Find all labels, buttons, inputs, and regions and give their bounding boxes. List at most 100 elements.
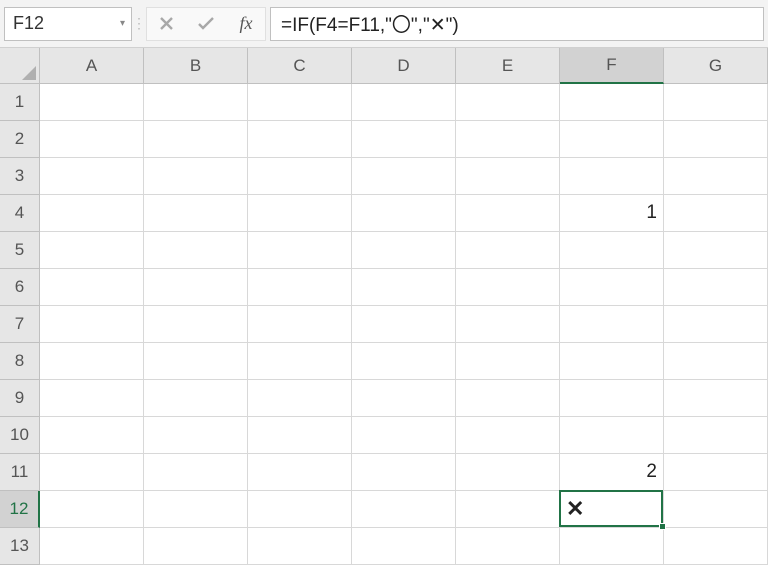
cell-C10[interactable] bbox=[248, 417, 352, 454]
cell-A9[interactable] bbox=[40, 380, 144, 417]
cell-D1[interactable] bbox=[352, 84, 456, 121]
insert-function-icon[interactable]: fx bbox=[233, 11, 259, 37]
row-header-4[interactable]: 4 bbox=[0, 195, 40, 232]
cell-C9[interactable] bbox=[248, 380, 352, 417]
column-header-D[interactable]: D bbox=[352, 48, 456, 84]
cell-D6[interactable] bbox=[352, 269, 456, 306]
select-all-corner[interactable] bbox=[0, 48, 40, 84]
cell-F5[interactable] bbox=[560, 232, 664, 269]
cell-E4[interactable] bbox=[456, 195, 560, 232]
row-header-9[interactable]: 9 bbox=[0, 380, 40, 417]
cell-B2[interactable] bbox=[144, 121, 248, 158]
cell-G9[interactable] bbox=[664, 380, 768, 417]
cell-C6[interactable] bbox=[248, 269, 352, 306]
cell-C11[interactable] bbox=[248, 454, 352, 491]
cell-F11[interactable]: 2 bbox=[560, 454, 664, 491]
cell-E8[interactable] bbox=[456, 343, 560, 380]
cell-F10[interactable] bbox=[560, 417, 664, 454]
cell-E12[interactable] bbox=[456, 491, 560, 528]
cell-B4[interactable] bbox=[144, 195, 248, 232]
cell-G2[interactable] bbox=[664, 121, 768, 158]
cell-G12[interactable] bbox=[664, 491, 768, 528]
formula-input[interactable]: =IF(F4=F11,"〇","✕") bbox=[270, 7, 764, 41]
cell-C12[interactable] bbox=[248, 491, 352, 528]
cell-C8[interactable] bbox=[248, 343, 352, 380]
cell-D5[interactable] bbox=[352, 232, 456, 269]
cell-E7[interactable] bbox=[456, 306, 560, 343]
cell-A13[interactable] bbox=[40, 528, 144, 565]
cell-A6[interactable] bbox=[40, 269, 144, 306]
cell-B13[interactable] bbox=[144, 528, 248, 565]
cell-F4[interactable]: 1 bbox=[560, 195, 664, 232]
row-header-11[interactable]: 11 bbox=[0, 454, 40, 491]
cell-D12[interactable] bbox=[352, 491, 456, 528]
cells-area[interactable]: 1 2✕ bbox=[40, 84, 768, 565]
row-header-8[interactable]: 8 bbox=[0, 343, 40, 380]
cell-E5[interactable] bbox=[456, 232, 560, 269]
cell-D11[interactable] bbox=[352, 454, 456, 491]
cell-G10[interactable] bbox=[664, 417, 768, 454]
cell-D2[interactable] bbox=[352, 121, 456, 158]
cell-E9[interactable] bbox=[456, 380, 560, 417]
cell-D8[interactable] bbox=[352, 343, 456, 380]
column-header-C[interactable]: C bbox=[248, 48, 352, 84]
cell-C3[interactable] bbox=[248, 158, 352, 195]
cell-B11[interactable] bbox=[144, 454, 248, 491]
cell-A7[interactable] bbox=[40, 306, 144, 343]
cell-F13[interactable] bbox=[560, 528, 664, 565]
cell-F1[interactable] bbox=[560, 84, 664, 121]
cell-E10[interactable] bbox=[456, 417, 560, 454]
cell-D4[interactable] bbox=[352, 195, 456, 232]
column-header-F[interactable]: F bbox=[560, 48, 664, 84]
cell-A12[interactable] bbox=[40, 491, 144, 528]
cell-G13[interactable] bbox=[664, 528, 768, 565]
cell-F12[interactable]: ✕ bbox=[560, 491, 664, 528]
cell-F2[interactable] bbox=[560, 121, 664, 158]
row-header-10[interactable]: 10 bbox=[0, 417, 40, 454]
cell-A10[interactable] bbox=[40, 417, 144, 454]
cell-F3[interactable] bbox=[560, 158, 664, 195]
cancel-icon[interactable] bbox=[153, 11, 179, 37]
cell-G8[interactable] bbox=[664, 343, 768, 380]
cell-A8[interactable] bbox=[40, 343, 144, 380]
cell-B12[interactable] bbox=[144, 491, 248, 528]
cell-C13[interactable] bbox=[248, 528, 352, 565]
cell-A11[interactable] bbox=[40, 454, 144, 491]
cell-D13[interactable] bbox=[352, 528, 456, 565]
cell-A2[interactable] bbox=[40, 121, 144, 158]
cell-E2[interactable] bbox=[456, 121, 560, 158]
cell-B1[interactable] bbox=[144, 84, 248, 121]
row-header-3[interactable]: 3 bbox=[0, 158, 40, 195]
enter-icon[interactable] bbox=[193, 11, 219, 37]
cell-C2[interactable] bbox=[248, 121, 352, 158]
cell-G6[interactable] bbox=[664, 269, 768, 306]
cell-E6[interactable] bbox=[456, 269, 560, 306]
cell-C1[interactable] bbox=[248, 84, 352, 121]
cell-A4[interactable] bbox=[40, 195, 144, 232]
row-header-7[interactable]: 7 bbox=[0, 306, 40, 343]
cell-B8[interactable] bbox=[144, 343, 248, 380]
cell-E1[interactable] bbox=[456, 84, 560, 121]
cell-B7[interactable] bbox=[144, 306, 248, 343]
cell-E11[interactable] bbox=[456, 454, 560, 491]
cell-F7[interactable] bbox=[560, 306, 664, 343]
fill-handle[interactable] bbox=[659, 523, 666, 530]
column-header-G[interactable]: G bbox=[664, 48, 768, 84]
cell-D3[interactable] bbox=[352, 158, 456, 195]
cell-G5[interactable] bbox=[664, 232, 768, 269]
name-box-dropdown-icon[interactable]: ▾ bbox=[120, 18, 125, 29]
column-header-E[interactable]: E bbox=[456, 48, 560, 84]
cell-G4[interactable] bbox=[664, 195, 768, 232]
cell-A1[interactable] bbox=[40, 84, 144, 121]
cell-G3[interactable] bbox=[664, 158, 768, 195]
row-header-6[interactable]: 6 bbox=[0, 269, 40, 306]
cell-B5[interactable] bbox=[144, 232, 248, 269]
name-box[interactable]: F12 ▾ bbox=[4, 7, 132, 41]
column-header-B[interactable]: B bbox=[144, 48, 248, 84]
cell-D9[interactable] bbox=[352, 380, 456, 417]
cell-G11[interactable] bbox=[664, 454, 768, 491]
cell-F9[interactable] bbox=[560, 380, 664, 417]
cell-C7[interactable] bbox=[248, 306, 352, 343]
cell-F6[interactable] bbox=[560, 269, 664, 306]
cell-E13[interactable] bbox=[456, 528, 560, 565]
